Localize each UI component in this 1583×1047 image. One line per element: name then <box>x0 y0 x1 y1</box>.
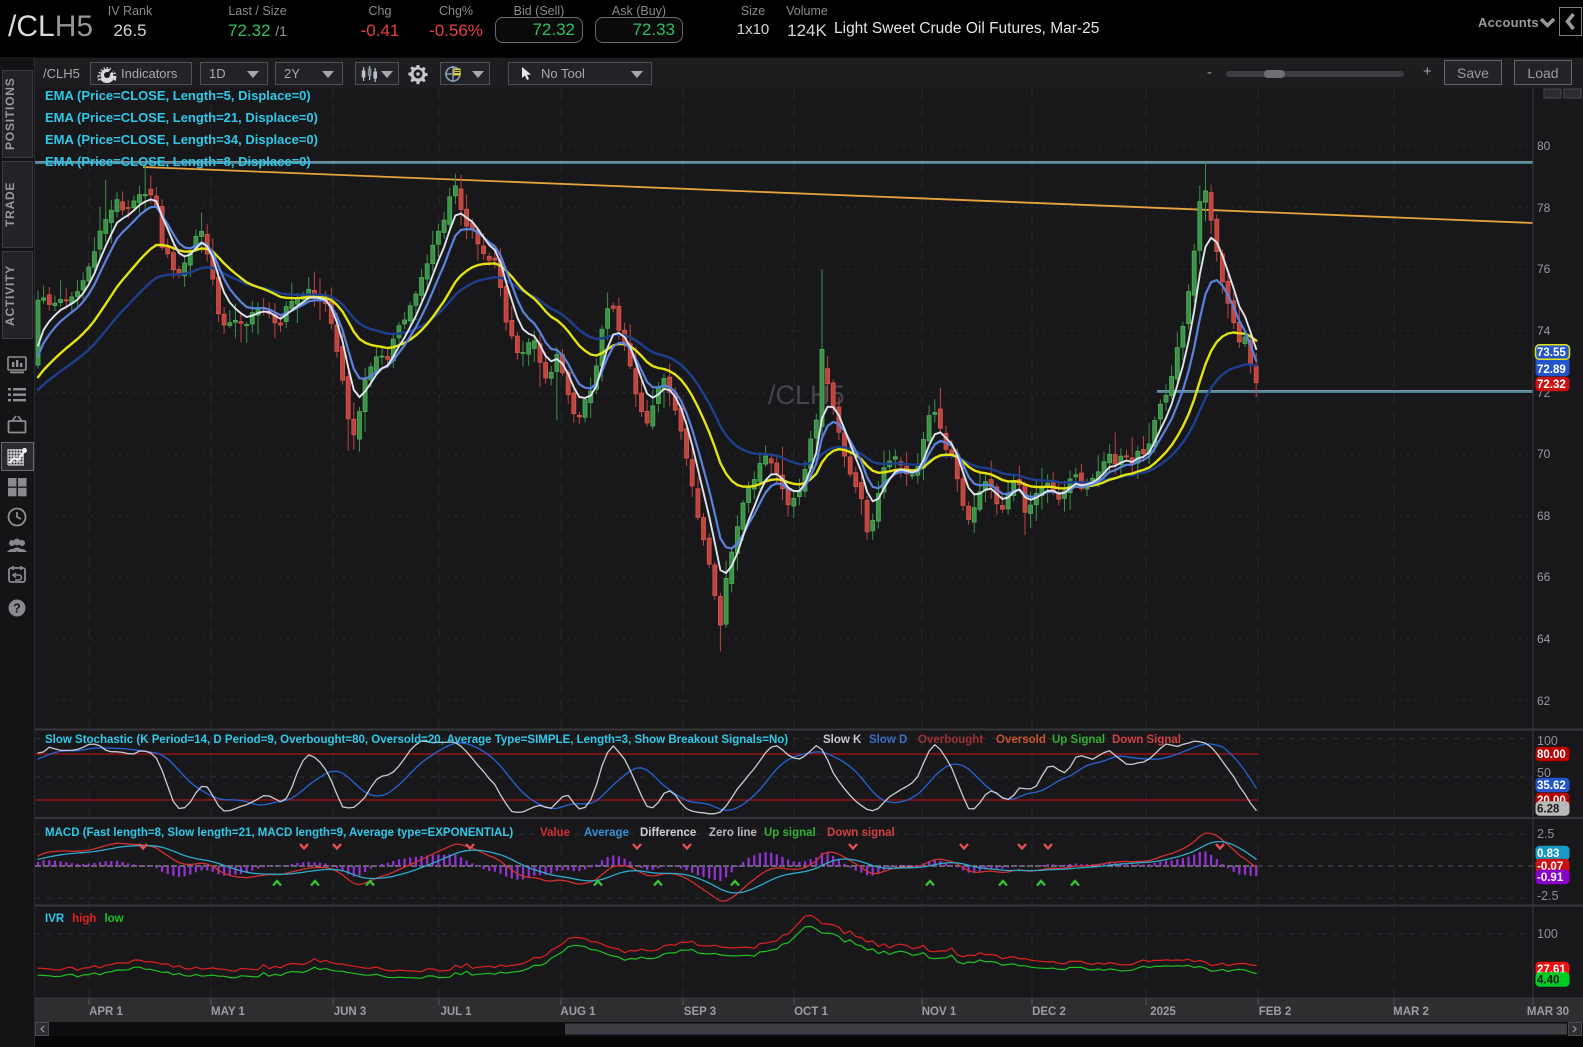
svg-text:35.62: 35.62 <box>1537 780 1566 792</box>
svg-text:NOV 1: NOV 1 <box>922 1006 957 1018</box>
svg-text:80: 80 <box>1537 139 1551 153</box>
svg-text:IVRhighlow: IVR high low <box>45 913 124 925</box>
svg-text:MAY 1: MAY 1 <box>211 1006 245 1018</box>
svg-text:2025: 2025 <box>1150 1006 1176 1018</box>
svg-text:100: 100 <box>1537 734 1558 748</box>
svg-text:66: 66 <box>1537 570 1551 584</box>
svg-text:62: 62 <box>1537 694 1551 708</box>
svg-text:74: 74 <box>1537 324 1551 338</box>
svg-text:APR 1: APR 1 <box>89 1006 123 1018</box>
svg-text:Slow Stochastic (K Period=14,: Slow Stochastic (K Period=14, D Period=9… <box>45 734 1181 746</box>
svg-text:OCT 1: OCT 1 <box>794 1006 828 1018</box>
svg-text:-0.91: -0.91 <box>1537 872 1564 884</box>
svg-text:JUL 1: JUL 1 <box>440 1006 472 1018</box>
svg-text:72.89: 72.89 <box>1537 364 1566 376</box>
svg-text:MACD (Fast length=8, Slow leng: MACD (Fast length=8, Slow length=21, MAC… <box>45 827 895 839</box>
svg-text:AUG 1: AUG 1 <box>560 1006 596 1018</box>
svg-text:JUN 3: JUN 3 <box>334 1006 367 1018</box>
svg-text:0.83: 0.83 <box>1537 848 1559 860</box>
svg-text:FEB 2: FEB 2 <box>1259 1006 1292 1018</box>
svg-text:MAR 2: MAR 2 <box>1393 1006 1429 1018</box>
svg-text:SEP 3: SEP 3 <box>684 1006 716 1018</box>
svg-text:72.32: 72.32 <box>1537 379 1566 391</box>
svg-text:6.28: 6.28 <box>1537 804 1560 816</box>
svg-text:70: 70 <box>1537 447 1551 461</box>
svg-text:-2.5: -2.5 <box>1537 889 1559 903</box>
svg-text:4.40: 4.40 <box>1537 975 1559 987</box>
svg-text:2.5: 2.5 <box>1537 827 1554 841</box>
svg-text:DEC 2: DEC 2 <box>1032 1006 1066 1018</box>
svg-text:78: 78 <box>1537 201 1551 215</box>
svg-text:64: 64 <box>1537 632 1551 646</box>
svg-text:76: 76 <box>1537 262 1551 276</box>
svg-text:68: 68 <box>1537 509 1551 523</box>
svg-text:?: ? <box>13 602 21 616</box>
svg-text:80.00: 80.00 <box>1537 749 1566 761</box>
svg-text:73.55: 73.55 <box>1537 347 1566 359</box>
svg-text:100: 100 <box>1537 927 1558 941</box>
svg-text:MAR 30: MAR 30 <box>1527 1006 1569 1018</box>
